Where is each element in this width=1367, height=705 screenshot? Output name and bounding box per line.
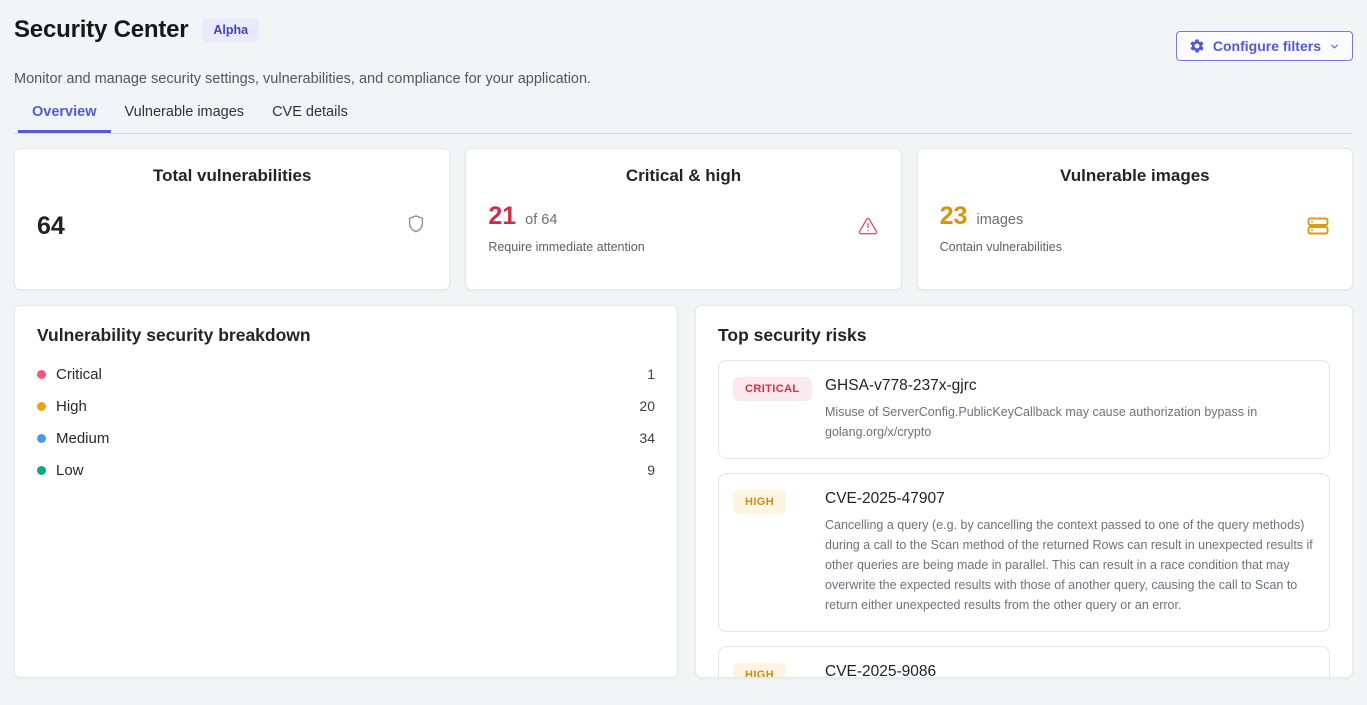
- warning-triangle-icon: [857, 215, 879, 242]
- severity-row-medium: Medium 34: [37, 422, 655, 454]
- breakdown-title: Vulnerability security breakdown: [37, 325, 655, 346]
- severity-row-high: High 20: [37, 390, 655, 422]
- risk-id: CVE-2025-47907: [825, 490, 1315, 508]
- critical-high-suffix: of 64: [525, 212, 557, 228]
- high-dot-icon: [37, 402, 46, 411]
- tab-bar: Overview Vulnerable images CVE details: [14, 104, 1353, 134]
- severity-badge-high: HIGH: [733, 663, 786, 678]
- risk-card-cve-2025-9086[interactable]: HIGH CVE-2025-9086: [718, 646, 1330, 678]
- severity-list: Critical 1 High 20 Medium 34 Low 9: [37, 358, 655, 486]
- panels-row: Vulnerability security breakdown Critica…: [14, 305, 1353, 678]
- severity-badge-high: HIGH: [733, 490, 786, 514]
- stat-card-title: Total vulnerabilities: [37, 166, 427, 186]
- stat-card-title: Critical & high: [488, 166, 878, 186]
- risk-card-ghsa-v778[interactable]: CRITICAL GHSA-v778-237x-gjrc Misuse of S…: [718, 360, 1330, 459]
- security-center-page: Security Center Alpha Configure filters …: [0, 0, 1367, 678]
- total-vulnerabilities-card: Total vulnerabilities 64: [14, 148, 450, 290]
- page-title: Security Center: [14, 16, 188, 44]
- critical-count: 1: [647, 366, 655, 382]
- severity-row-critical: Critical 1: [37, 358, 655, 390]
- top-security-risks-panel: Top security risks CRITICAL GHSA-v778-23…: [695, 305, 1353, 678]
- tab-overview[interactable]: Overview: [18, 104, 111, 133]
- risk-id: CVE-2025-9086: [825, 663, 936, 678]
- critical-high-note: Require immediate attention: [488, 240, 644, 254]
- vulnerable-images-note: Contain vulnerabilities: [940, 240, 1062, 254]
- vulnerable-images-card: Vulnerable images 23 images Contain vuln…: [917, 148, 1353, 290]
- severity-badge-critical: CRITICAL: [733, 377, 812, 401]
- page-subtitle: Monitor and manage security settings, vu…: [14, 71, 1353, 87]
- vulnerability-breakdown-panel: Vulnerability security breakdown Critica…: [14, 305, 678, 678]
- risk-description: Cancelling a query (e.g. by cancelling t…: [825, 515, 1315, 615]
- configure-filters-button[interactable]: Configure filters: [1176, 31, 1353, 61]
- severity-row-low: Low 9: [37, 454, 655, 486]
- tab-vulnerable-images[interactable]: Vulnerable images: [111, 104, 259, 133]
- title-wrap: Security Center Alpha: [14, 14, 259, 44]
- medium-dot-icon: [37, 434, 46, 443]
- risk-card-cve-2025-47907[interactable]: HIGH CVE-2025-47907 Cancelling a query (…: [718, 473, 1330, 632]
- chevron-down-icon: [1329, 41, 1340, 52]
- page-header: Security Center Alpha Configure filters: [14, 14, 1353, 61]
- low-count: 9: [647, 462, 655, 478]
- high-count: 20: [639, 398, 655, 414]
- gear-icon: [1189, 38, 1205, 54]
- vulnerable-images-value: 23: [940, 202, 968, 231]
- container-stack-icon: [1306, 214, 1330, 243]
- critical-high-card: Critical & high 21 of 64 Require immedia…: [465, 148, 901, 290]
- critical-dot-icon: [37, 370, 46, 379]
- critical-high-value: 21: [488, 202, 516, 231]
- stat-card-title: Vulnerable images: [940, 166, 1330, 186]
- risk-id: GHSA-v778-237x-gjrc: [825, 377, 1315, 395]
- vulnerable-images-suffix: images: [976, 212, 1023, 228]
- top-risks-title: Top security risks: [718, 325, 1330, 346]
- stat-cards-row: Total vulnerabilities 64 Critical & high…: [14, 148, 1353, 290]
- configure-filters-label: Configure filters: [1213, 38, 1321, 54]
- shield-icon: [405, 213, 427, 240]
- total-vulnerabilities-value: 64: [37, 212, 65, 241]
- low-dot-icon: [37, 466, 46, 475]
- medium-count: 34: [639, 430, 655, 446]
- tab-cve-details[interactable]: CVE details: [258, 104, 362, 133]
- risk-description: Misuse of ServerConfig.PublicKeyCallback…: [825, 402, 1315, 442]
- alpha-badge: Alpha: [202, 18, 259, 42]
